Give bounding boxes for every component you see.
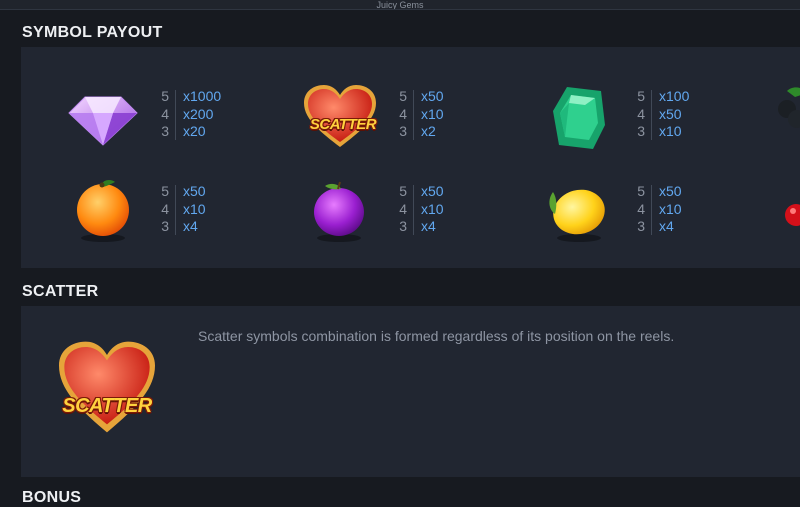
payout-multiplier: x4	[183, 218, 198, 234]
payout-row: 4 x10	[393, 201, 473, 219]
scatter-description: Scatter symbols combination is formed re…	[198, 328, 675, 344]
payout-multiplier: x1000	[183, 88, 222, 104]
payout-count: 5	[637, 88, 645, 104]
payout-count: 5	[399, 88, 407, 104]
payout-count: 5	[161, 88, 169, 104]
symbol-payout-panel: 5 x1000 4 x200 3 x20 SCATTER 5 x50 4 x10 3 x2	[21, 47, 800, 268]
payout-divider	[651, 185, 652, 235]
payout-row: 3 x20	[155, 123, 235, 141]
payout-multiplier: x10	[659, 123, 682, 139]
grapes-icon	[773, 83, 800, 153]
diamond-payout-table: 5 x1000 4 x200 3 x20	[155, 88, 235, 141]
payout-row: 4 x50	[631, 106, 711, 124]
game-title: Juicy Gems	[376, 0, 424, 10]
payout-count: 4	[161, 200, 169, 217]
payout-multiplier: x2	[421, 123, 436, 139]
payout-count: 4	[399, 200, 407, 217]
payout-row: 5 x50	[393, 88, 473, 106]
payout-row: 3 x4	[155, 218, 235, 236]
payout-row: 3 x2	[393, 123, 473, 141]
payout-count: 3	[399, 218, 407, 234]
scatter-heart-large-icon: SCATTER	[51, 339, 163, 439]
payout-divider	[413, 185, 414, 235]
payout-row: 3 x4	[393, 218, 473, 236]
payout-count: 3	[399, 123, 407, 139]
lemon-payout-table: 5 x50 4 x10 3 x4	[631, 183, 711, 236]
diamond-icon	[63, 85, 153, 155]
scatter-heart-icon: SCATTER	[298, 83, 388, 153]
payout-multiplier: x50	[183, 183, 206, 199]
payout-row: 5 x50	[155, 183, 235, 201]
payout-multiplier: x50	[421, 183, 444, 199]
payout-count: 3	[637, 218, 645, 234]
payout-count: 5	[399, 183, 407, 199]
scatter-badge-text: SCATTER	[62, 395, 152, 417]
payout-divider	[175, 90, 176, 140]
scatter-payout-table: 5 x50 4 x10 3 x2	[393, 88, 473, 141]
payout-row: 5 x100	[631, 88, 711, 106]
window-title-bar: Juicy Gems	[0, 0, 800, 10]
payout-row: 3 x10	[631, 123, 711, 141]
payout-multiplier: x200	[183, 105, 214, 122]
payout-multiplier: x50	[659, 183, 682, 199]
payout-multiplier: x10	[421, 105, 444, 122]
payout-multiplier: x20	[183, 123, 206, 139]
payout-divider	[651, 90, 652, 140]
payout-multiplier: x10	[659, 200, 682, 217]
payout-count: 5	[637, 183, 645, 199]
payout-row: 4 x10	[393, 106, 473, 124]
payout-count: 4	[637, 105, 645, 122]
payout-count: 3	[161, 123, 169, 139]
payout-row: 5 x50	[631, 183, 711, 201]
payout-multiplier: x4	[659, 218, 674, 234]
payout-row: 4 x200	[155, 106, 235, 124]
cherry-icon	[781, 197, 800, 267]
bonus-heading: BONUS	[22, 489, 82, 506]
payout-multiplier: x10	[183, 200, 206, 217]
payout-multiplier: x50	[659, 105, 682, 122]
payout-multiplier: x50	[421, 88, 444, 104]
lemon-icon	[541, 176, 631, 246]
payout-count: 4	[399, 105, 407, 122]
plum-payout-table: 5 x50 4 x10 3 x4	[393, 183, 473, 236]
emerald-icon	[545, 83, 635, 153]
payout-count: 4	[161, 105, 169, 122]
scatter-heading: SCATTER	[22, 283, 99, 300]
payout-count: 4	[637, 200, 645, 217]
payout-row: 4 x10	[155, 201, 235, 219]
orange-payout-table: 5 x50 4 x10 3 x4	[155, 183, 235, 236]
orange-icon	[71, 176, 161, 246]
symbol-payout-heading: SYMBOL PAYOUT	[22, 24, 163, 41]
payout-row: 4 x10	[631, 201, 711, 219]
payout-multiplier: x4	[421, 218, 436, 234]
payout-row: 5 x1000	[155, 88, 235, 106]
payout-multiplier: x100	[659, 88, 690, 104]
payout-divider	[413, 90, 414, 140]
payout-divider	[175, 185, 176, 235]
payout-count: 3	[637, 123, 645, 139]
payout-row: 3 x4	[631, 218, 711, 236]
emerald-payout-table: 5 x100 4 x50 3 x10	[631, 88, 711, 141]
payout-row: 5 x50	[393, 183, 473, 201]
payout-multiplier: x10	[421, 200, 444, 217]
payout-count: 5	[161, 183, 169, 199]
payout-count: 3	[161, 218, 169, 234]
scatter-badge-text: SCATTER	[309, 116, 377, 133]
plum-icon	[307, 176, 397, 246]
